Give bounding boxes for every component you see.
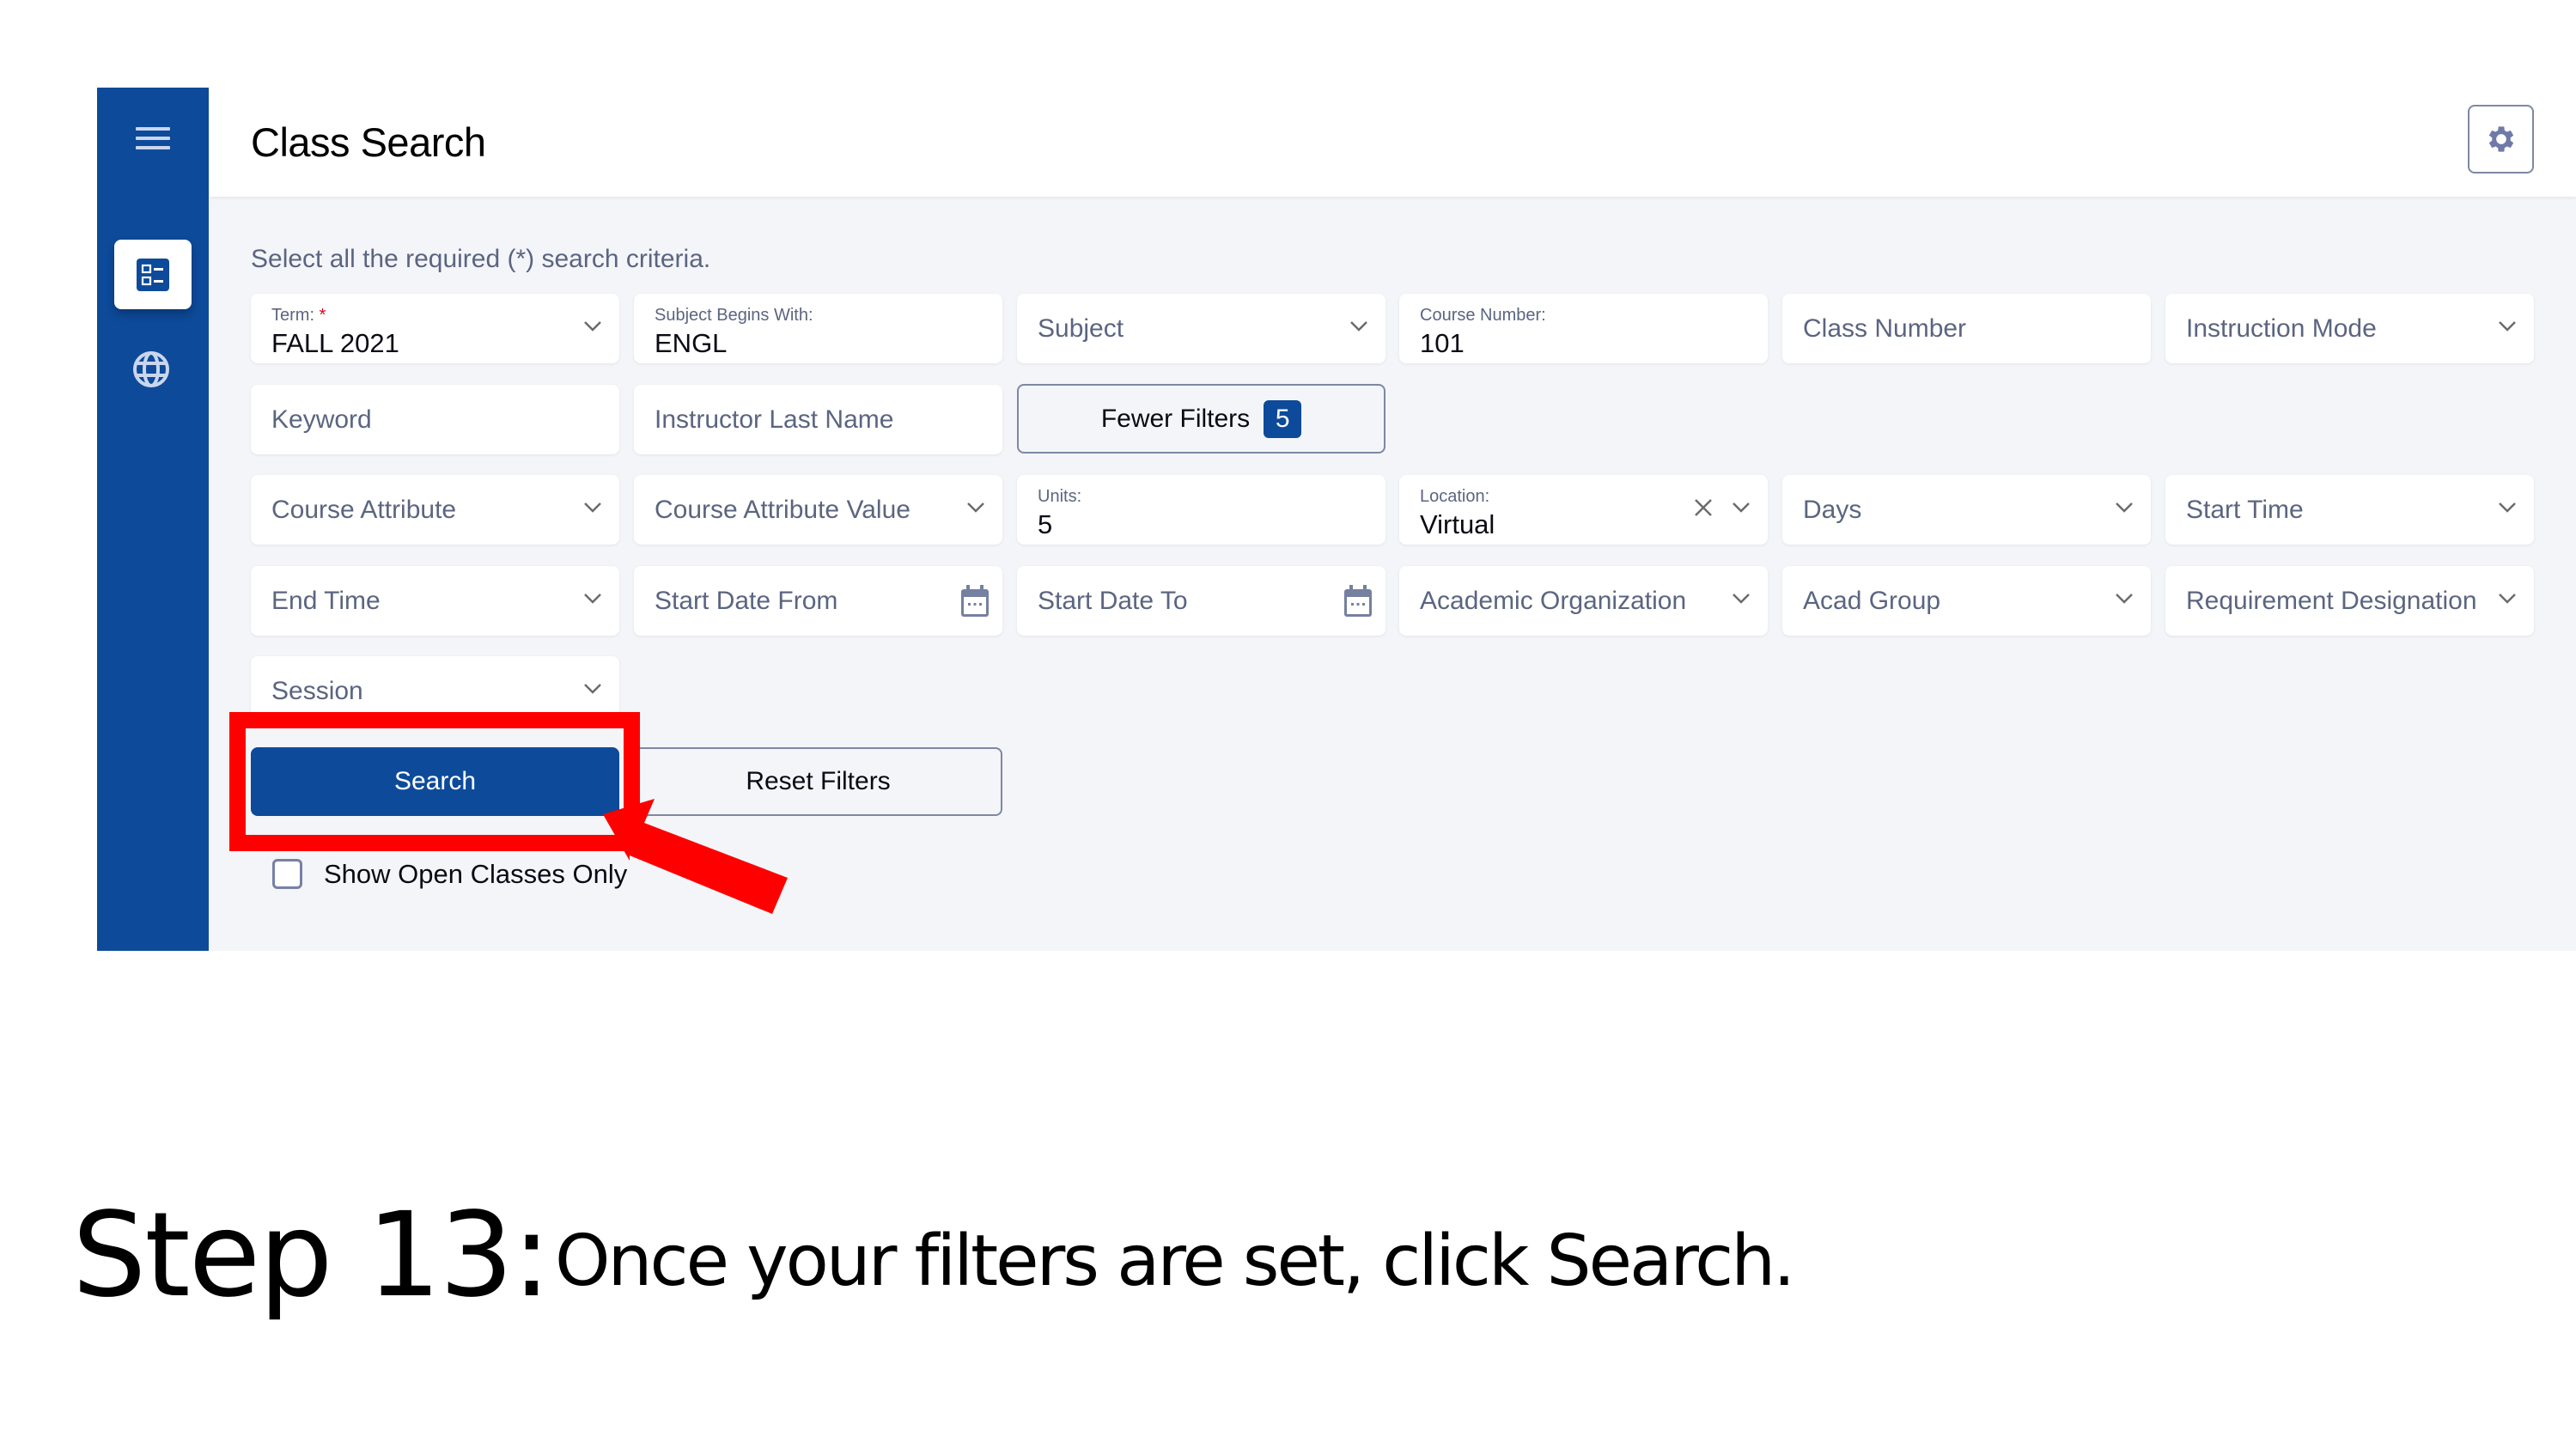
show-open-classes-label: Show Open Classes Only [324, 859, 628, 889]
days-placeholder: Days [1803, 496, 1862, 524]
chevron-down-icon [2499, 594, 2516, 604]
start-date-from-placeholder: Start Date From [655, 587, 838, 615]
chevron-down-icon [2116, 502, 2133, 513]
acad-group-placeholder: Acad Group [1803, 587, 1941, 615]
chevron-down-icon [2116, 594, 2133, 604]
course-attribute-value-select[interactable]: Course Attribute Value [634, 475, 1002, 545]
start-date-to-field[interactable]: Start Date To [1017, 566, 1385, 636]
show-open-classes-checkbox[interactable] [272, 859, 302, 889]
instructor-last-name-placeholder: Instructor Last Name [655, 405, 894, 434]
location-label: Location: [1420, 487, 1490, 506]
units-field[interactable]: Units: 5 [1017, 475, 1385, 545]
required-marker: * [319, 306, 326, 325]
term-value: FALL 2021 [271, 328, 399, 358]
fewer-filters-label: Fewer Filters [1100, 404, 1251, 433]
calendar-icon[interactable] [1343, 584, 1373, 618]
term-label: Term: * [271, 306, 326, 325]
clear-icon[interactable] [1694, 498, 1713, 517]
reset-filters-button[interactable]: Reset Filters [634, 747, 1002, 816]
step-caption: Once your filters are set, click Search. [555, 1221, 1795, 1302]
requirement-designation-select[interactable]: Requirement Designation [2165, 566, 2534, 636]
start-time-placeholder: Start Time [2186, 496, 2304, 524]
chevron-down-icon [584, 594, 601, 604]
instruction-mode-placeholder: Instruction Mode [2186, 314, 2377, 343]
location-select[interactable]: Location: Virtual [1399, 475, 1768, 545]
class-number-field[interactable]: Class Number [1782, 294, 2151, 363]
chevron-down-icon [2499, 502, 2516, 513]
academic-organization-placeholder: Academic Organization [1420, 587, 1687, 615]
course-number-value: 101 [1420, 328, 1465, 358]
subject-placeholder: Subject [1038, 314, 1124, 343]
globe-icon [133, 351, 169, 387]
instruction-mode-select[interactable]: Instruction Mode [2165, 294, 2534, 363]
end-time-select[interactable]: End Time [251, 566, 619, 636]
settings-button[interactable] [2468, 105, 2534, 174]
highlight-box [229, 712, 640, 851]
chevron-down-icon [584, 684, 601, 694]
days-select[interactable]: Days [1782, 475, 2151, 545]
filter-count-badge: 5 [1264, 399, 1302, 438]
start-date-from-field[interactable]: Start Date From [634, 566, 1002, 636]
page-title: Class Search [251, 119, 486, 165]
chevron-down-icon [584, 502, 601, 513]
course-attribute-select[interactable]: Course Attribute [251, 475, 619, 545]
chevron-down-icon [967, 502, 984, 513]
chevron-down-icon [584, 321, 601, 332]
location-value: Virtual [1420, 509, 1495, 539]
requirement-designation-placeholder: Requirement Designation [2186, 587, 2477, 615]
course-number-field[interactable]: Course Number: 101 [1399, 294, 1768, 363]
subject-select[interactable]: Subject [1017, 294, 1385, 363]
sidebar-item-class-search[interactable] [114, 240, 192, 309]
class-number-placeholder: Class Number [1803, 314, 1967, 343]
term-select[interactable]: Term: * FALL 2021 [251, 294, 619, 363]
gear-icon [2488, 126, 2513, 152]
keyword-placeholder: Keyword [271, 405, 372, 434]
subject-begins-with-field[interactable]: Subject Begins With: ENGL [634, 294, 1002, 363]
sidebar [97, 88, 209, 951]
start-time-select[interactable]: Start Time [2165, 475, 2534, 545]
course-attribute-value-placeholder: Course Attribute Value [655, 496, 910, 524]
end-time-placeholder: End Time [271, 587, 381, 615]
keyword-field[interactable]: Keyword [251, 385, 619, 454]
start-date-to-placeholder: Start Date To [1038, 587, 1188, 615]
acad-group-select[interactable]: Acad Group [1782, 566, 2151, 636]
chevron-down-icon [1733, 502, 1750, 513]
calendar-icon[interactable] [959, 584, 990, 618]
units-value: 5 [1038, 509, 1053, 539]
course-attribute-placeholder: Course Attribute [271, 496, 457, 524]
units-label: Units: [1038, 487, 1082, 506]
chevron-down-icon [1350, 321, 1367, 332]
chevron-down-icon [2499, 321, 2516, 332]
fewer-filters-button[interactable]: Fewer Filters 5 [1017, 384, 1385, 454]
session-placeholder: Session [271, 677, 363, 705]
caption-emphasis: Search [1546, 1221, 1776, 1302]
sidebar-item-globe[interactable] [131, 350, 171, 389]
instructions-text: Select all the required (*) search crite… [251, 245, 711, 273]
instructor-last-name-field[interactable]: Instructor Last Name [634, 385, 1002, 454]
page-header [209, 88, 2576, 197]
class-search-list-icon [137, 258, 169, 291]
step-number: Step 13: [72, 1188, 551, 1324]
course-number-label: Course Number: [1420, 306, 1546, 325]
academic-organization-select[interactable]: Academic Organization [1399, 566, 1768, 636]
chevron-down-icon [1733, 594, 1750, 604]
subject-begins-label: Subject Begins With: [655, 306, 813, 325]
hamburger-menu-icon[interactable] [136, 127, 170, 149]
subject-begins-value: ENGL [655, 328, 728, 358]
